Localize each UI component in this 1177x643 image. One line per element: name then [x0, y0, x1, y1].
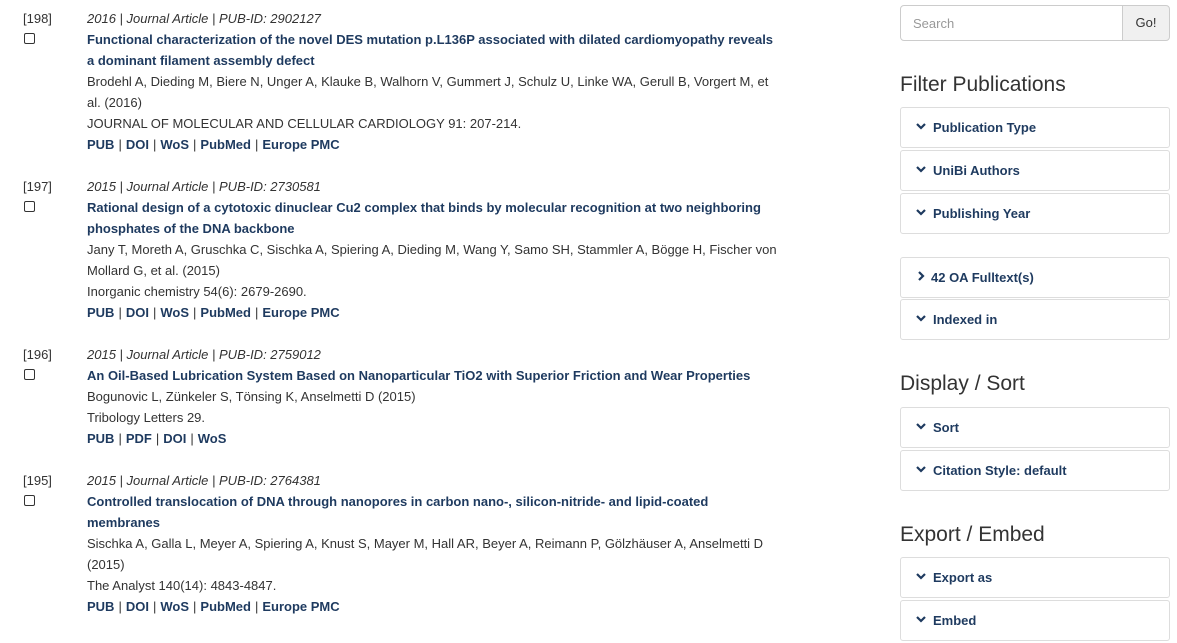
- panel-label: UniBi Authors: [933, 163, 1020, 178]
- citation-style-panel[interactable]: Citation Style: default: [900, 450, 1170, 491]
- chevron-down-icon: [916, 423, 926, 430]
- export-embed-heading: Export / Embed: [900, 523, 1045, 546]
- entry-title-link[interactable]: Rational design of a cytotoxic dinuclear…: [87, 197, 777, 239]
- panel-label: Embed: [933, 613, 977, 628]
- entry-body: 2015 | Journal Article | PUB-ID: 2730581…: [87, 176, 787, 323]
- panel-label: Publishing Year: [933, 206, 1031, 221]
- panel-label: Citation Style: default: [933, 463, 1067, 478]
- pub-link[interactable]: PUB: [87, 431, 114, 446]
- panel-label: Publication Type: [933, 120, 1037, 135]
- export-as-panel[interactable]: Export as: [900, 557, 1170, 598]
- entry-authors: Sischka A, Galla L, Meyer A, Spiering A,…: [87, 536, 764, 572]
- chevron-down-icon: [916, 123, 926, 130]
- doi-link[interactable]: DOI: [126, 137, 149, 152]
- entry-title-link[interactable]: An Oil-Based Lubrication System Based on…: [87, 365, 787, 386]
- oa-fulltext-panel[interactable]: 42 OA Fulltext(s): [900, 257, 1170, 298]
- wos-link[interactable]: WoS: [198, 431, 227, 446]
- entry-title-link[interactable]: Controlled translocation of DNA through …: [87, 491, 727, 533]
- panel-label: Sort: [933, 420, 959, 435]
- entry-links: PUB | DOI | WoS | PubMed | Europe PMC: [87, 305, 340, 320]
- entry-journal: The Analyst 140(14): 4843-4847.: [87, 578, 277, 593]
- europe-pmc-link[interactable]: Europe PMC: [262, 305, 339, 320]
- wos-link[interactable]: WoS: [160, 305, 189, 320]
- panel-label: 42 OA Fulltext(s): [931, 270, 1034, 285]
- pubmed-link[interactable]: PubMed: [200, 137, 251, 152]
- entry-meta: 2015 | Journal Article | PUB-ID: 2764381: [87, 473, 321, 488]
- pub-link[interactable]: PUB: [87, 599, 114, 614]
- panel-label: Export as: [933, 570, 993, 585]
- panel-label: Indexed in: [933, 312, 998, 327]
- indexed-in-panel[interactable]: Indexed in: [900, 299, 1170, 340]
- entry-authors: Jany T, Moreth A, Gruschka C, Sischka A,…: [87, 242, 777, 278]
- pub-link[interactable]: PUB: [87, 305, 114, 320]
- europe-pmc-link[interactable]: Europe PMC: [262, 137, 339, 152]
- entry-links: PUB | DOI | WoS | PubMed | Europe PMC: [87, 599, 340, 614]
- select-checkbox[interactable]: [24, 33, 35, 44]
- chevron-right-icon: [918, 271, 925, 281]
- entry-index: [196]: [23, 347, 52, 362]
- wos-link[interactable]: WoS: [160, 137, 189, 152]
- filter-heading: Filter Publications: [900, 73, 1066, 96]
- display-sort-heading: Display / Sort: [900, 372, 1025, 395]
- entry-meta: 2016 | Journal Article | PUB-ID: 2902127: [87, 11, 321, 26]
- chevron-down-icon: [916, 166, 926, 173]
- entry-body: 2015 | Journal Article | PUB-ID: 2764381…: [87, 470, 787, 617]
- entry-authors: Brodehl A, Dieding M, Biere N, Unger A, …: [87, 74, 769, 110]
- publication-type-panel[interactable]: Publication Type: [900, 107, 1170, 148]
- search-form: Go!: [900, 5, 1170, 41]
- entry-links: PUB | DOI | WoS | PubMed | Europe PMC: [87, 137, 340, 152]
- entry-body: 2016 | Journal Article | PUB-ID: 2902127…: [87, 8, 787, 155]
- pubmed-link[interactable]: PubMed: [200, 305, 251, 320]
- unibi-authors-panel[interactable]: UniBi Authors: [900, 150, 1170, 191]
- select-checkbox[interactable]: [24, 201, 35, 212]
- sort-panel[interactable]: Sort: [900, 407, 1170, 448]
- entry-meta: 2015 | Journal Article | PUB-ID: 2759012: [87, 347, 321, 362]
- chevron-down-icon: [916, 315, 926, 322]
- chevron-down-icon: [916, 209, 926, 216]
- chevron-down-icon: [916, 616, 926, 623]
- pubmed-link[interactable]: PubMed: [200, 599, 251, 614]
- doi-link[interactable]: DOI: [163, 431, 186, 446]
- embed-panel[interactable]: Embed: [900, 600, 1170, 641]
- entry-journal: Inorganic chemistry 54(6): 2679-2690.: [87, 284, 307, 299]
- entry-index: [195]: [23, 473, 52, 488]
- pub-link[interactable]: PUB: [87, 137, 114, 152]
- entry-body: 2015 | Journal Article | PUB-ID: 2759012…: [87, 344, 787, 449]
- doi-link[interactable]: DOI: [126, 599, 149, 614]
- search-go-button[interactable]: Go!: [1122, 5, 1170, 41]
- chevron-down-icon: [916, 466, 926, 473]
- entry-meta: 2015 | Journal Article | PUB-ID: 2730581: [87, 179, 321, 194]
- doi-link[interactable]: DOI: [126, 305, 149, 320]
- select-checkbox[interactable]: [24, 495, 35, 506]
- chevron-down-icon: [916, 573, 926, 580]
- search-input[interactable]: [900, 5, 1123, 41]
- select-checkbox[interactable]: [24, 369, 35, 380]
- entry-title-link[interactable]: Functional characterization of the novel…: [87, 29, 777, 71]
- pdf-link[interactable]: PDF: [126, 431, 152, 446]
- publishing-year-panel[interactable]: Publishing Year: [900, 193, 1170, 234]
- entry-authors: Bogunovic L, Zünkeler S, Tönsing K, Anse…: [87, 389, 416, 404]
- entry-journal: JOURNAL OF MOLECULAR AND CELLULAR CARDIO…: [87, 116, 522, 131]
- wos-link[interactable]: WoS: [160, 599, 189, 614]
- entry-index: [198]: [23, 11, 52, 26]
- europe-pmc-link[interactable]: Europe PMC: [262, 599, 339, 614]
- entry-journal: Tribology Letters 29.: [87, 410, 206, 425]
- entry-index: [197]: [23, 179, 52, 194]
- entry-links: PUB | PDF | DOI | WoS: [87, 431, 227, 446]
